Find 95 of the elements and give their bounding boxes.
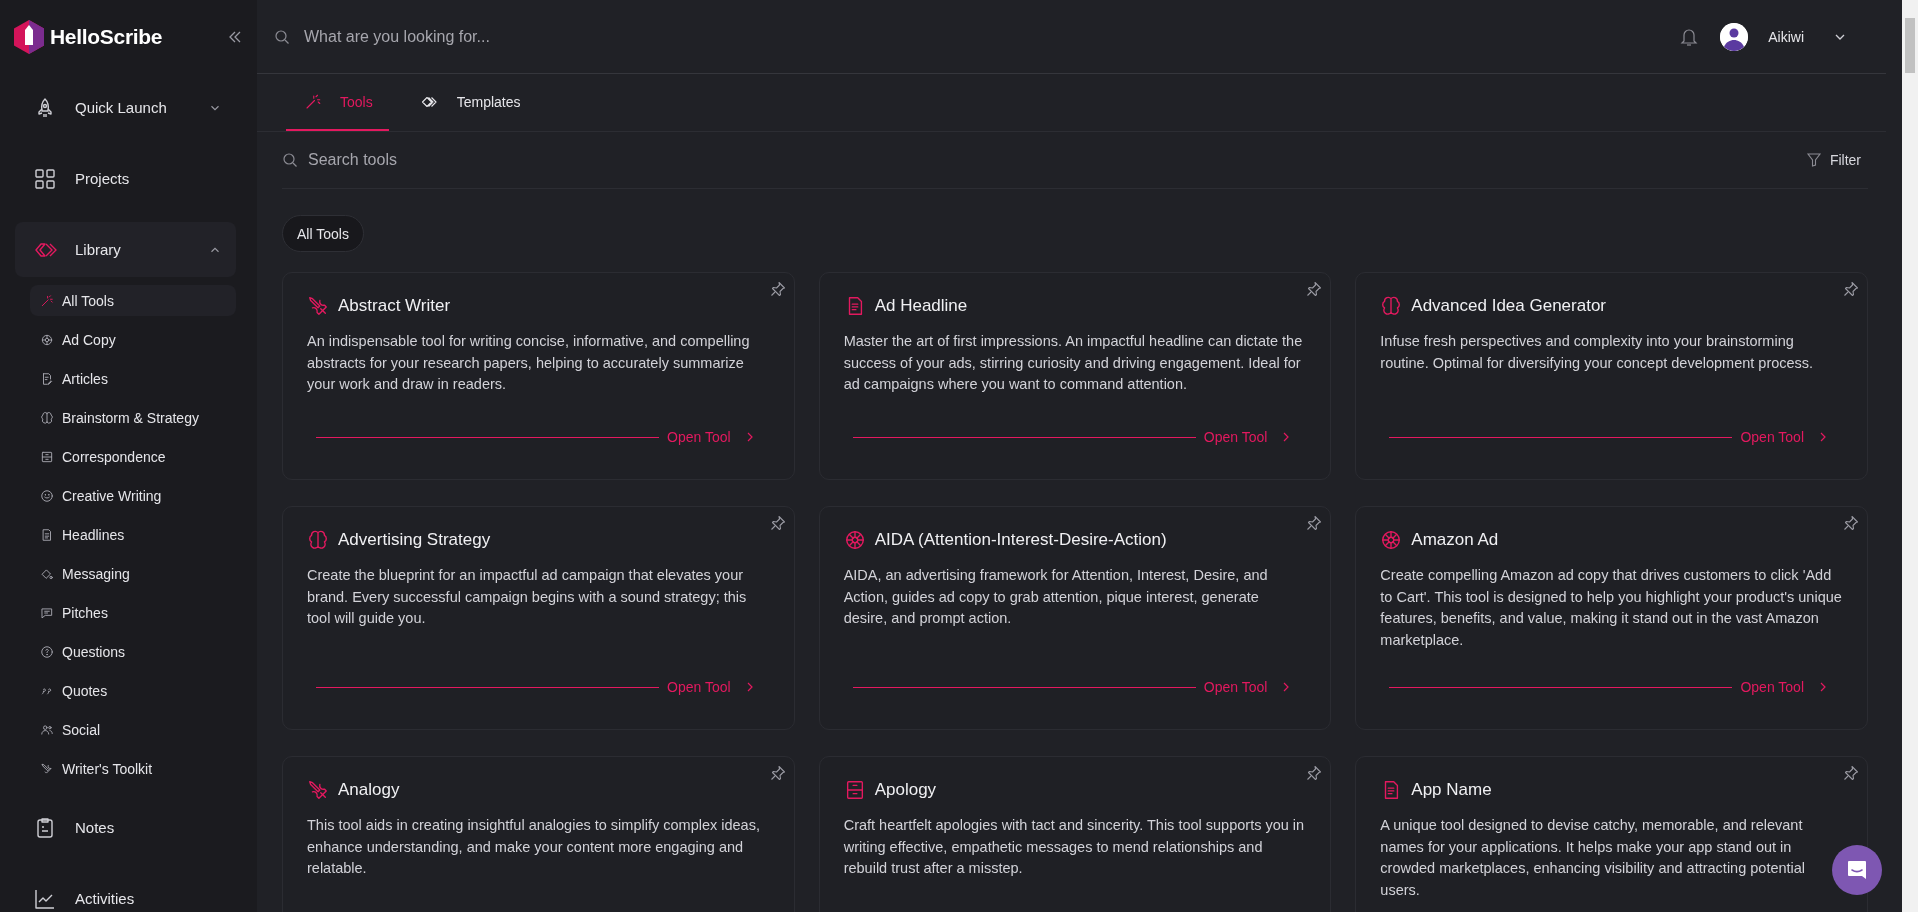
bell-icon[interactable] xyxy=(1680,26,1699,47)
tool-card[interactable]: Advanced Idea Generator Infuse fresh perspectives and complexity into your brainstorming routine. Optimal for diversifying your concept development process. Open Tool xyxy=(1355,272,1868,480)
search-tools-field[interactable]: Search tools xyxy=(306,150,1798,170)
tool-card[interactable] xyxy=(818,272,1332,480)
chat-icon xyxy=(40,605,54,620)
open-tool-link[interactable]: Open Tool xyxy=(1203,429,1292,445)
tool-description: Infuse fresh perspectives and complexity into your brainstorming routine. Optimal for diversifying your concept development process. xyxy=(1380,332,1815,373)
pin-icon[interactable] xyxy=(769,765,786,781)
tool-description: An indispensable tool for writing concise, informative, and compelling abstracts for your research papers, helping to accurately summarize your work and draw in readers. xyxy=(307,332,751,394)
tool-title: Ad Headline xyxy=(874,296,968,316)
tool-card[interactable] xyxy=(1355,756,1868,912)
pin-icon[interactable] xyxy=(1843,515,1859,531)
tool-description: Create the blueprint for an impactful ad campaign that elevates your brand. Every successful campaign begins with a sound strategy; this tool will guide you. xyxy=(307,566,748,628)
tool-description: This tool aids in creating insightful analogies to simplify complex ideas, enhance understanding, and make your content more engaging and relatable. xyxy=(307,816,761,878)
funnel-icon xyxy=(1805,152,1822,168)
pin-icon[interactable] xyxy=(1306,281,1323,297)
open-tool-link[interactable]: Open Tool xyxy=(667,429,755,445)
sidebar-subitem[interactable]: Questions xyxy=(30,636,236,667)
sidebar-subitem[interactable]: Pitches xyxy=(30,597,236,628)
tab[interactable]: Templates xyxy=(402,74,537,131)
tool-description: A unique tool designed to devise catchy, memorable, and relevant names for your applications. It helps make your app stand out in crowded marketplaces, enhancing visibility and attracting potential users. xyxy=(1380,816,1807,900)
sidebar-item[interactable]: Notes xyxy=(15,800,236,855)
magic-wand-icon xyxy=(40,293,54,308)
tool-title: Apology xyxy=(874,780,937,800)
pin-icon[interactable] xyxy=(1843,765,1859,781)
open-tool-link[interactable]: Open Tool xyxy=(1740,429,1828,445)
sidebar-subitem[interactable]: Ad Copy xyxy=(30,324,236,355)
search-field[interactable]: What are you looking for... xyxy=(302,26,1669,47)
tool-title: App Name xyxy=(1411,780,1492,800)
smile-icon xyxy=(40,488,54,503)
wheel-icon xyxy=(1380,529,1403,551)
tool-card[interactable] xyxy=(1355,506,1868,730)
chevron-right-icon xyxy=(1818,432,1828,442)
pin-icon[interactable] xyxy=(1306,515,1323,531)
collapse-sidebar-icon[interactable] xyxy=(227,29,243,45)
document-icon xyxy=(40,527,54,542)
avatar-icon[interactable] xyxy=(1720,22,1749,51)
grid-icon xyxy=(33,166,57,191)
tool-title: Advanced Idea Generator xyxy=(1411,296,1606,316)
tab[interactable]: Tools xyxy=(286,74,389,131)
sidebar-subitem[interactable]: Articles xyxy=(30,363,236,394)
tool-card[interactable]: Advertising Strategy Create the blueprint for an impactful ad campaign that elevates your brand. Every successful campaign begins with a sound strategy; this tool will guide you. Open Tool xyxy=(282,506,795,730)
open-tool-link[interactable]: Open Tool xyxy=(1740,679,1828,695)
tool-description: AIDA, an advertising framework for Attention, Interest, Desire, and Action, guides ad copy to grab attention, pique interest, generate desire, and prompt action. xyxy=(843,566,1269,628)
sidebar-subitem[interactable]: Social xyxy=(30,714,236,745)
filter-chip[interactable]: All Tools xyxy=(282,215,364,252)
search-icon xyxy=(274,28,290,45)
sidebar-subitem[interactable]: Messaging xyxy=(30,558,236,589)
user-name[interactable]: Aikiwi xyxy=(1768,28,1804,45)
tool-card[interactable]: Abstract Writer An indispensable tool for writing concise, informative, and compelling abstracts for your research papers, helping to accurately summarize your work and draw in readers. Open Tool xyxy=(282,272,795,480)
tool-description: Create compelling Amazon ad copy that drives customers to click 'Add to Cart'. This tool is designed to help you highlight your product's unique features, benefits, and value, making it stand out in the vast Amazon marketplace. xyxy=(1380,566,1843,650)
sidebar-item[interactable]: Quick Launch xyxy=(15,80,236,135)
chevron-right-icon xyxy=(1818,682,1828,692)
sidebar-subitem[interactable]: Writer's Toolkit xyxy=(30,753,236,784)
logo-icon xyxy=(14,20,44,54)
sidebar-item[interactable]: Library xyxy=(15,222,236,277)
magic-wand-icon xyxy=(304,92,322,111)
tool-card[interactable]: Apology Craft heartfelt apologies with tact and sincerity. This tool supports you in writing effective, empathetic messages to mend relationships and rebuild trust after a misstep. xyxy=(818,756,1332,912)
brain-icon xyxy=(307,529,329,551)
brain-icon xyxy=(1380,295,1403,317)
question-icon xyxy=(40,644,54,659)
tool-title: Advertising Strategy xyxy=(338,530,491,550)
open-tool-link[interactable]: Open Tool xyxy=(667,679,755,695)
open-tool-link[interactable]: Open Tool xyxy=(1203,679,1292,695)
tool-card[interactable]: Analogy This tool aids in creating insightful analogies to simplify complex ideas, enhance understanding, and make your content more engaging and relatable. xyxy=(282,756,795,912)
pin-icon[interactable] xyxy=(1306,765,1323,781)
sidebar-item[interactable]: Projects xyxy=(15,151,236,206)
pin-icon[interactable] xyxy=(769,281,786,297)
sidebar-subitem[interactable]: Quotes xyxy=(30,675,236,706)
search-icon xyxy=(282,152,298,168)
brain-icon xyxy=(40,410,54,425)
bucket-icon xyxy=(40,566,54,581)
filter-button[interactable]: Filter xyxy=(1805,152,1868,168)
sidebar-subitem[interactable]: Creative Writing xyxy=(30,480,236,511)
pin-icon[interactable] xyxy=(769,515,786,531)
tool-title: AIDA (Attention-Interest-Desire-Action) xyxy=(874,530,1167,550)
cabinet-icon xyxy=(40,449,54,464)
wheel-icon xyxy=(40,332,54,347)
pin-icon[interactable] xyxy=(1843,281,1859,297)
tool-title: Analogy xyxy=(338,780,400,800)
sidebar-item[interactable]: Activities xyxy=(15,871,236,912)
tool-title: Abstract Writer xyxy=(338,296,451,316)
document-edit-icon xyxy=(40,371,54,386)
sidebar-subitem[interactable]: Brainstorm & Strategy xyxy=(30,402,236,433)
brand-name: HelloScribe xyxy=(50,25,163,49)
sidebar-subitem[interactable]: Headlines xyxy=(30,519,236,550)
scrollbar[interactable] xyxy=(1902,0,1918,912)
wheel-icon xyxy=(843,529,866,551)
sidebar-subitem[interactable]: All Tools xyxy=(30,285,236,316)
tool-description: Master the art of first impressions. An impactful headline can dictate the success of your ads, stirring curiosity and driving engagement. Ideal for ad campaigns where you want to command attention. xyxy=(843,332,1304,394)
tool-description: Craft heartfelt apologies with tact and sincerity. This tool supports you in writing effective, empathetic messages to mend relationships and rebuild trust after a misstep. xyxy=(843,816,1306,878)
tool-card[interactable] xyxy=(818,506,1332,730)
sidebar-subitem[interactable]: Correspondence xyxy=(30,441,236,472)
tool-title: Amazon Ad xyxy=(1411,530,1499,550)
chat-bubble-icon xyxy=(1845,858,1869,882)
